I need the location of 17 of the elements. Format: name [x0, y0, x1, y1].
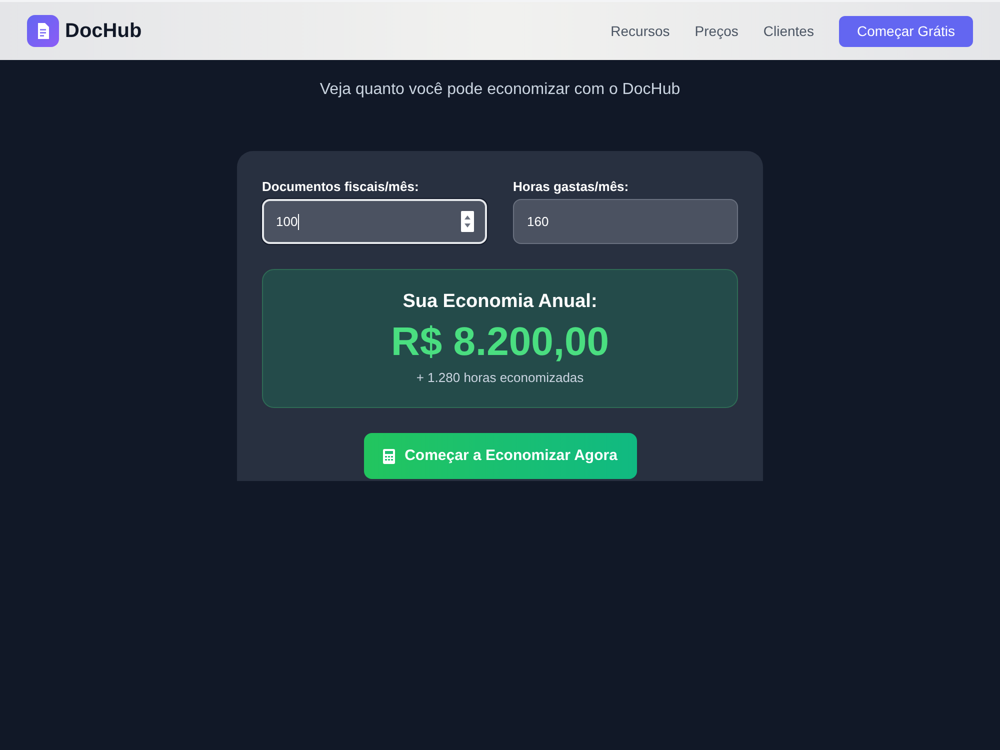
nav-link[interactable]: Recursos: [610, 20, 670, 42]
start-free-button[interactable]: Começar Grátis: [838, 16, 973, 46]
nav-link[interactable]: Clientes: [763, 20, 814, 42]
number-input-field[interactable]: 100: [262, 199, 487, 244]
field-label: Horas gastas/mês:: [513, 178, 630, 196]
text-cursor-icon: [298, 214, 299, 230]
logo-document-icon: [27, 15, 59, 47]
logo-text[interactable]: DocHub: [65, 21, 142, 41]
nav-link[interactable]: Preços: [694, 20, 738, 42]
savings-amount: R$ 8.200,00: [391, 320, 609, 364]
hours-saved-text: + 1.280 horas economizadas: [416, 369, 584, 387]
number-input-field[interactable]: 160: [513, 199, 738, 244]
field-label: Documentos fiscais/mês:: [262, 178, 420, 196]
result-title: Sua Economia Anual:: [402, 290, 598, 314]
subtitle-text: Veja quanto você pode economizar com o DocHub: [318, 80, 682, 100]
spinner-arrows-icon[interactable]: [461, 211, 474, 232]
calculator-icon: [382, 448, 395, 464]
